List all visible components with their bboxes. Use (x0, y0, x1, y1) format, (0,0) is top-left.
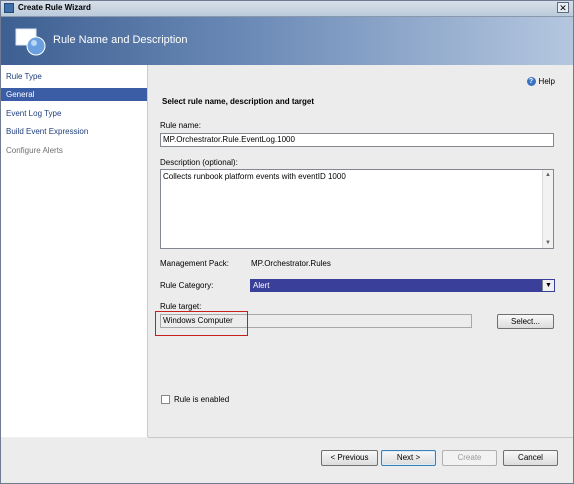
sidebar-item-configure-alerts: Configure Alerts (6, 146, 63, 155)
cancel-button[interactable]: Cancel (503, 450, 558, 466)
next-button[interactable]: Next > (381, 450, 436, 466)
sidebar-item-event-log-type[interactable]: Event Log Type (1, 107, 147, 120)
wizard-banner: Rule Name and Description (1, 17, 573, 65)
sidebar-item-rule-type[interactable]: Rule Type (1, 70, 147, 83)
description-textarea[interactable]: Collects runbook platform events with ev… (160, 169, 554, 249)
rule-name-input[interactable]: MP.Orchestrator.Rule.EventLog.1000 (160, 133, 554, 147)
rule-target-label: Rule target: (160, 302, 202, 311)
section-title: Select rule name, description and target (162, 97, 315, 106)
help-label[interactable]: Help (539, 77, 555, 86)
create-rule-wizard-window: Create Rule Wizard ✕ Rule Name and Descr… (0, 0, 574, 484)
wizard-graphic-icon (15, 28, 46, 56)
wizard-content-panel: ? Help Select rule name, description and … (148, 65, 573, 437)
scroll-down-icon[interactable]: ▼ (543, 238, 553, 248)
description-scrollbar[interactable]: ▲ ▼ (542, 170, 553, 248)
wizard-steps-sidebar: Rule Type General Event Log Type Build E… (1, 65, 148, 437)
rule-category-select[interactable]: Alert ▼ (250, 279, 555, 292)
description-text: Collects runbook platform events with ev… (163, 172, 346, 181)
select-target-button[interactable]: Select... (497, 314, 554, 329)
sidebar-item-build-event-expression[interactable]: Build Event Expression (1, 125, 147, 138)
description-label: Description (optional): (160, 158, 238, 167)
rule-category-label: Rule Category: (160, 281, 214, 290)
close-icon[interactable]: ✕ (557, 2, 569, 13)
rule-name-label: Rule name: (160, 121, 201, 130)
create-button: Create (442, 450, 497, 466)
management-pack-label: Management Pack: (160, 259, 229, 268)
banner-title: Rule Name and Description (53, 34, 188, 46)
rule-enabled-checkbox[interactable] (161, 395, 170, 404)
wizard-footer: < Previous Next > Create Cancel (1, 438, 573, 483)
scroll-up-icon[interactable]: ▲ (543, 170, 553, 180)
sidebar-item-general[interactable]: General (1, 88, 147, 101)
help-icon: ? (526, 77, 536, 87)
previous-button[interactable]: < Previous (321, 450, 378, 466)
chevron-down-icon[interactable]: ▼ (542, 280, 554, 291)
app-icon (4, 3, 14, 13)
window-title: Create Rule Wizard (18, 3, 91, 12)
rule-category-value: Alert (253, 281, 270, 290)
management-pack-value: MP.Orchestrator.Rules (251, 259, 331, 268)
title-bar[interactable]: Create Rule Wizard ✕ (1, 1, 573, 17)
help-link[interactable]: ? Help (526, 77, 555, 87)
annotation-highlight-box (155, 311, 248, 336)
rule-enabled-label[interactable]: Rule is enabled (174, 395, 229, 404)
